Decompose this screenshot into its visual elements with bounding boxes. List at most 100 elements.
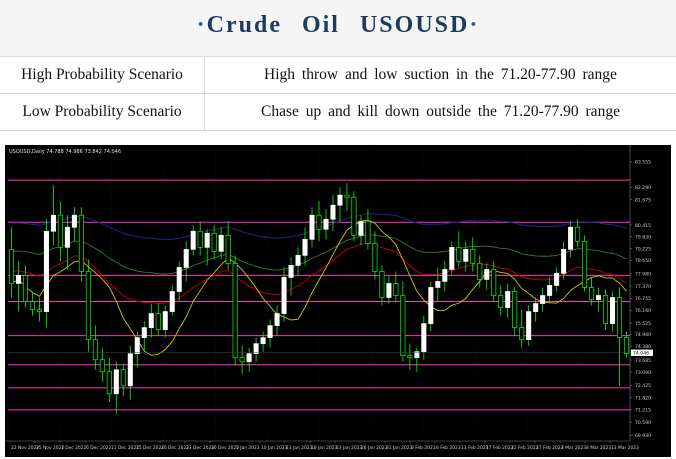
y-tick-label: 73.685 bbox=[635, 358, 651, 364]
y-tick-label: 80.415 bbox=[635, 223, 651, 229]
bull-candle bbox=[288, 265, 294, 278]
table-row: Low Probability Scenario Chase up and ki… bbox=[0, 93, 676, 131]
bear-candle bbox=[623, 337, 630, 355]
bull-candle bbox=[71, 214, 77, 228]
x-tick-label: 10 Jan 2023 bbox=[261, 445, 288, 451]
bear-candle bbox=[407, 355, 413, 359]
y-tick-label: 71.215 bbox=[635, 407, 651, 413]
y-tick-label: 75.525 bbox=[635, 321, 651, 327]
bear-candle bbox=[393, 283, 399, 296]
bear-candle bbox=[512, 291, 518, 328]
x-tick-label: 1 Dec 2022 bbox=[61, 445, 86, 451]
bear-candle bbox=[36, 309, 42, 312]
y-tick-label: 72.425 bbox=[635, 383, 651, 389]
bear-candle bbox=[155, 313, 161, 330]
bear-candle bbox=[351, 196, 357, 236]
bull-candle bbox=[183, 248, 189, 268]
bear-candle bbox=[379, 271, 385, 298]
x-tick-label: 13 Feb 2023 bbox=[461, 445, 489, 451]
x-tick-label: 13 Jan 2023 bbox=[286, 445, 313, 451]
page-title: ·Crude Oil USOUSD· bbox=[197, 12, 480, 39]
y-tick-label: 81.675 bbox=[635, 197, 651, 203]
y-tick-label: 73.090 bbox=[635, 370, 651, 376]
bull-candle bbox=[358, 220, 364, 236]
bear-candle bbox=[316, 214, 322, 230]
bear-candle bbox=[575, 226, 581, 242]
bear-candle bbox=[477, 263, 483, 280]
x-tick-label: 5 Jan 2023 bbox=[236, 445, 260, 451]
y-tick-label: 71.820 bbox=[635, 395, 651, 401]
y-tick-label: 77.370 bbox=[635, 284, 651, 290]
bull-candle bbox=[442, 269, 448, 282]
bull-candle bbox=[435, 281, 441, 288]
x-tick-label: 17 Feb 2023 bbox=[486, 445, 514, 451]
bear-candle bbox=[197, 230, 203, 248]
bull-candle bbox=[309, 214, 315, 240]
scenario-table: High Probability Scenario High throw and… bbox=[0, 57, 676, 131]
bull-candle bbox=[218, 234, 224, 252]
bear-candle bbox=[22, 275, 28, 302]
bull-candle bbox=[295, 255, 301, 266]
bear-candle bbox=[344, 194, 350, 198]
bear-candle bbox=[456, 246, 462, 262]
bull-candle bbox=[533, 303, 539, 312]
bull-candle bbox=[386, 283, 392, 298]
bear-candle bbox=[617, 297, 623, 338]
x-tick-label: 8 Feb 2023 bbox=[436, 445, 461, 451]
bull-candle bbox=[64, 226, 70, 248]
chart-svg[interactable]: 83.555 82.290 81.675 80.415 79.830 79.225 78.6… bbox=[5, 145, 671, 457]
bull-candle bbox=[568, 226, 574, 250]
x-tick-label: 3 Feb 2023 bbox=[411, 445, 436, 451]
bull-candle bbox=[596, 295, 602, 300]
candles bbox=[8, 183, 630, 414]
y-tick-label: 77.980 bbox=[635, 272, 651, 278]
bull-candle bbox=[428, 287, 434, 324]
y-tick-label: 74.380 bbox=[635, 344, 651, 350]
title-text: Crude Oil USOUSD bbox=[206, 12, 470, 38]
bear-candle bbox=[106, 371, 112, 395]
bear-candle bbox=[99, 359, 105, 373]
bull-candle bbox=[127, 353, 133, 387]
bear-candle bbox=[365, 220, 371, 244]
y-tick-label: 79.830 bbox=[635, 235, 651, 241]
bear-candle bbox=[491, 269, 497, 296]
y-tick-label: 76.160 bbox=[635, 308, 651, 314]
x-tick-label: 2 Mar 2023 bbox=[561, 445, 586, 451]
x-tick-label: 27 Feb 2023 bbox=[536, 445, 564, 451]
bull-candle bbox=[134, 337, 140, 355]
bull-candle bbox=[554, 273, 560, 286]
bear-candle bbox=[211, 232, 217, 252]
ma-mid-line bbox=[11, 242, 627, 304]
scenario-label: Low Probability Scenario bbox=[0, 93, 205, 131]
bear-candle bbox=[29, 301, 35, 310]
bear-candle bbox=[603, 295, 609, 324]
x-tick-label: 31 Jan 2023 bbox=[386, 445, 413, 451]
bear-candle bbox=[120, 369, 126, 387]
x-tick-label: 18 Jan 2023 bbox=[311, 445, 338, 451]
bear-candle bbox=[8, 248, 15, 284]
price-chart[interactable]: 83.555 82.290 81.675 80.415 79.830 79.225 78.6… bbox=[5, 145, 671, 457]
bull-candle bbox=[337, 194, 343, 206]
time-axis: 22 Nov 202225 Nov 20221 Dec 2022 6 Dec 20… bbox=[5, 440, 639, 451]
bull-candle bbox=[449, 246, 455, 270]
title-bar: ·Crude Oil USOUSD· bbox=[0, 0, 676, 57]
bull-candle bbox=[176, 267, 182, 292]
y-tick-label: 70.590 bbox=[635, 420, 651, 426]
x-tick-label: 13 Mar 2023 bbox=[611, 445, 639, 451]
bull-candle bbox=[281, 277, 287, 314]
scenario-value: High throw and low suction in the 71.20-… bbox=[204, 57, 676, 94]
bear-candle bbox=[57, 214, 63, 248]
bull-candle bbox=[484, 269, 490, 280]
symbol-info: USOUSD,Daily 74.788 74.986 73.842 74.046 bbox=[9, 149, 121, 155]
y-tick-label: 83.555 bbox=[635, 160, 651, 166]
bull-candle bbox=[302, 238, 308, 256]
bull-candle bbox=[547, 285, 553, 296]
y-tick-label: 74.960 bbox=[635, 332, 651, 338]
bear-candle bbox=[519, 327, 525, 341]
bear-candle bbox=[470, 248, 476, 264]
bull-candle bbox=[253, 343, 259, 355]
bear-candle bbox=[78, 214, 84, 272]
bull-candle bbox=[162, 311, 168, 330]
bear-candle bbox=[498, 295, 504, 308]
bull-candle bbox=[50, 214, 56, 232]
